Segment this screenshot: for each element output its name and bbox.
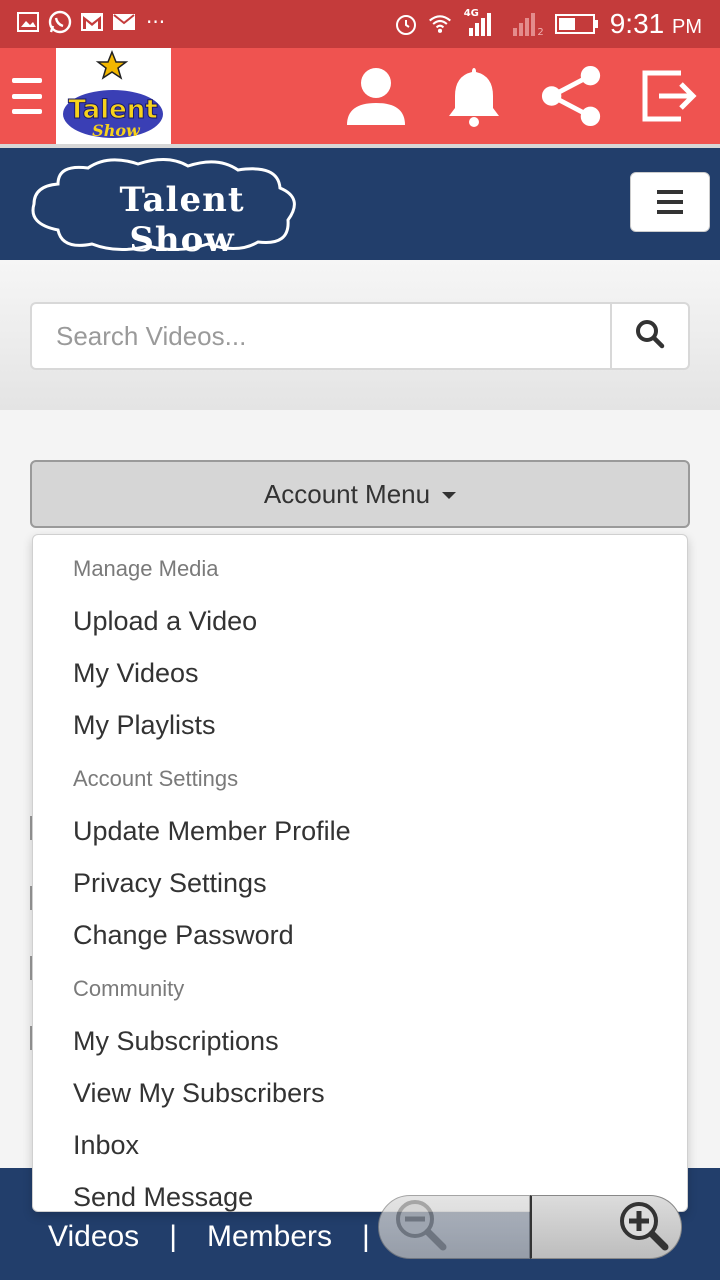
footer-separator: | xyxy=(169,1220,177,1253)
footer-link-videos[interactable]: Videos xyxy=(48,1220,139,1254)
search-bar xyxy=(30,302,690,370)
footer-link-members[interactable]: Members xyxy=(207,1220,332,1254)
drawer-menu-icon[interactable] xyxy=(12,78,42,114)
wifi-icon xyxy=(428,12,452,36)
account-menu-dropdown: Manage Media Upload a Video My Videos My… xyxy=(32,534,688,1212)
search-icon xyxy=(635,319,665,353)
status-bar: ··· 4G 2 9:31 PM xyxy=(0,0,720,48)
menu-item-privacy-settings[interactable]: Privacy Settings xyxy=(33,857,687,909)
email-icon xyxy=(112,10,136,34)
menu-item-view-subscribers[interactable]: View My Subscribers xyxy=(33,1067,687,1119)
menu-item-upload-video[interactable]: Upload a Video xyxy=(33,595,687,647)
site-header: Talent Show xyxy=(0,148,720,260)
gmail-icon xyxy=(80,10,104,34)
signal-sim2-icon: 2 xyxy=(508,12,544,38)
menu-header-account-settings: Account Settings xyxy=(73,766,239,791)
zoom-in-button[interactable] xyxy=(530,1195,682,1259)
app-logo-subtext: Show xyxy=(92,121,141,140)
search-section xyxy=(0,260,720,410)
alarm-icon xyxy=(394,12,418,36)
menu-item-change-password[interactable]: Change Password xyxy=(33,909,687,961)
share-icon[interactable] xyxy=(540,62,604,130)
logout-icon[interactable] xyxy=(638,62,702,130)
user-icon[interactable] xyxy=(344,62,408,130)
bell-icon[interactable] xyxy=(442,62,506,130)
menu-item-my-playlists[interactable]: My Playlists xyxy=(33,699,687,751)
menu-item-inbox[interactable]: Inbox xyxy=(33,1119,687,1171)
signal-icon: 4G xyxy=(462,8,498,36)
search-button[interactable] xyxy=(610,302,690,370)
caret-down-icon xyxy=(442,492,457,499)
more-icon: ··· xyxy=(146,10,166,34)
zoom-controls xyxy=(378,1195,682,1259)
zoom-in-icon xyxy=(615,1197,671,1257)
menu-header-community: Community xyxy=(73,976,185,1001)
menu-header-manage-media: Manage Media xyxy=(73,556,219,581)
app-bar: Talent Show xyxy=(0,48,720,144)
menu-item-my-videos[interactable]: My Videos xyxy=(33,647,687,699)
site-menu-button[interactable] xyxy=(630,172,710,232)
zoom-out-button[interactable] xyxy=(378,1195,530,1259)
menu-item-my-subscriptions[interactable]: My Subscriptions xyxy=(33,1015,687,1067)
site-logo-text: Talent Show xyxy=(119,180,245,260)
zoom-out-icon xyxy=(393,1197,449,1257)
gallery-icon xyxy=(16,10,40,34)
account-menu-button[interactable]: Account Menu xyxy=(30,460,690,528)
battery-icon xyxy=(554,12,600,36)
network-label: 4G xyxy=(463,8,479,19)
account-menu-label: Account Menu xyxy=(263,478,431,509)
clock: 9:31 PM xyxy=(609,8,702,39)
search-input[interactable] xyxy=(30,302,610,370)
whatsapp-icon xyxy=(48,10,72,34)
site-logo[interactable]: Talent Show xyxy=(28,154,304,260)
footer-separator: | xyxy=(362,1220,370,1253)
menu-item-update-profile[interactable]: Update Member Profile xyxy=(33,805,687,857)
app-logo[interactable]: Talent Show xyxy=(56,48,171,144)
sim-label: 2 xyxy=(537,27,544,38)
